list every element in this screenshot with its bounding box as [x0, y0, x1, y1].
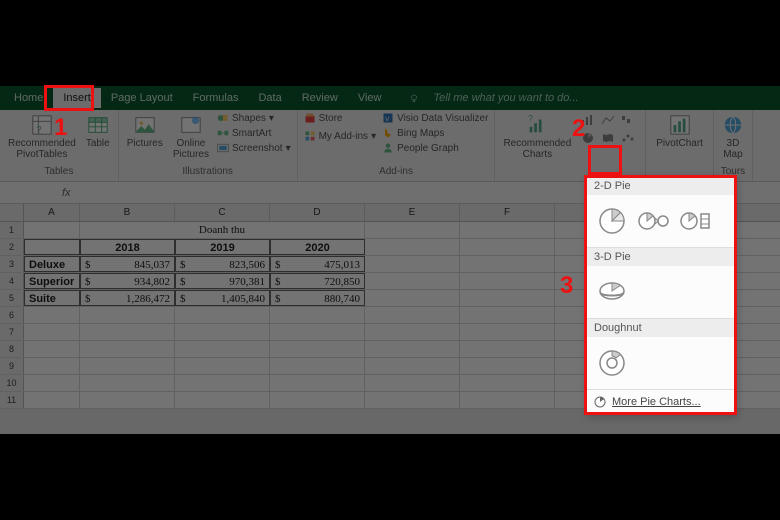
pictures-icon: [134, 114, 156, 136]
people-graph-button[interactable]: People Graph: [382, 142, 488, 154]
callout-number-1: 1: [54, 114, 67, 142]
ribbon-group-illustrations: Pictures Online Pictures Shapes▾ SmartAr…: [119, 110, 298, 181]
visio-visualizer-button[interactable]: V Visio Data Visualizer: [382, 112, 488, 124]
tell-me-search[interactable]: Tell me what you want to do...: [399, 84, 598, 112]
col-header[interactable]: B: [80, 204, 175, 221]
rec-charts-icon: ?: [526, 114, 548, 136]
bing-maps-button[interactable]: Bing Maps: [382, 127, 488, 139]
addins-icon: [304, 130, 316, 142]
my-addins-button[interactable]: My Add-ins▾: [304, 130, 377, 142]
smartart-icon: [217, 127, 229, 139]
row-header[interactable]: 1: [0, 222, 24, 238]
globe-icon: [722, 114, 744, 136]
cell[interactable]: 2019: [175, 239, 270, 255]
group-label-tables: Tables: [6, 166, 112, 179]
ribbon-group-tours: 3D Map Tours: [714, 110, 753, 181]
online-pictures-button[interactable]: Online Pictures: [171, 112, 211, 162]
shapes-button[interactable]: Shapes▾: [217, 112, 291, 124]
col-header[interactable]: E: [365, 204, 460, 221]
chart-type-scatter[interactable]: [619, 130, 637, 146]
store-icon: [304, 112, 316, 124]
cell[interactable]: Suite: [24, 290, 80, 306]
group-label-addins: Add-ins: [304, 166, 489, 179]
people-icon: [382, 142, 394, 154]
3d-map-button[interactable]: 3D Map: [720, 112, 746, 162]
row-header[interactable]: 4: [0, 273, 24, 289]
cell[interactable]: Superior: [24, 273, 80, 289]
cell[interactable]: $1,405,840: [175, 290, 270, 306]
callout-number-2: 2: [572, 115, 585, 143]
ribbon-group-addins: Store My Add-ins▾ V Visio Data Visualize…: [298, 110, 496, 181]
shapes-icon: [217, 112, 229, 124]
screenshot-icon: [217, 142, 229, 154]
cell[interactable]: $1,286,472: [80, 290, 175, 306]
tab-data[interactable]: Data: [248, 88, 291, 108]
col-header[interactable]: D: [270, 204, 365, 221]
callout-box-3: [584, 175, 737, 415]
table-button[interactable]: Table: [84, 112, 112, 151]
online-pictures-icon: [180, 114, 202, 136]
recommended-charts-button[interactable]: ? Recommended Charts: [501, 112, 573, 162]
ribbon-group-charts: ? Recommended Charts: [495, 110, 646, 181]
smartart-button[interactable]: SmartArt: [217, 127, 291, 139]
pivotchart-icon: [669, 114, 691, 136]
cell-title[interactable]: Doanh thu: [80, 222, 365, 238]
chart-type-map[interactable]: [599, 130, 617, 146]
fx-icon[interactable]: fx: [54, 187, 79, 199]
cell[interactable]: $970,381: [175, 273, 270, 289]
cell[interactable]: $823,506: [175, 256, 270, 272]
pictures-button[interactable]: Pictures: [125, 112, 165, 151]
cell[interactable]: $934,802: [80, 273, 175, 289]
store-button[interactable]: Store: [304, 112, 377, 124]
tab-formulas[interactable]: Formulas: [183, 88, 249, 108]
cell[interactable]: 2020: [270, 239, 365, 255]
pivotchart-button[interactable]: PivotChart: [654, 112, 705, 151]
screenshot-button[interactable]: Screenshot▾: [217, 142, 291, 154]
bulb-icon: [409, 93, 419, 103]
cell[interactable]: 2018: [80, 239, 175, 255]
callout-number-3: 3: [560, 272, 573, 300]
col-header[interactable]: A: [24, 204, 80, 221]
chart-type-waterfall[interactable]: [619, 112, 637, 128]
cell[interactable]: Deluxe: [24, 256, 80, 272]
row-header[interactable]: 5: [0, 290, 24, 306]
col-header[interactable]: C: [175, 204, 270, 221]
cell[interactable]: $720,850: [270, 273, 365, 289]
table-icon: [87, 114, 109, 136]
ribbon-tabs: Home Insert Page Layout Formulas Data Re…: [0, 86, 780, 110]
pivot-icon: ?: [31, 114, 53, 136]
tab-view[interactable]: View: [348, 88, 392, 108]
row-header[interactable]: 2: [0, 239, 24, 255]
tab-review[interactable]: Review: [292, 88, 348, 108]
cell[interactable]: $845,037: [80, 256, 175, 272]
callout-box-2: [588, 145, 622, 175]
svg-text:?: ?: [36, 124, 41, 134]
col-header[interactable]: F: [460, 204, 555, 221]
visio-icon: V: [382, 112, 394, 124]
row-header[interactable]: 3: [0, 256, 24, 272]
svg-text:V: V: [385, 116, 390, 123]
ribbon-group-pivotchart: PivotChart: [646, 110, 714, 181]
tab-page-layout[interactable]: Page Layout: [101, 88, 183, 108]
chart-type-line[interactable]: [599, 112, 617, 128]
svg-text:?: ?: [528, 114, 533, 123]
group-label-illustrations: Illustrations: [125, 166, 291, 179]
callout-box-1: [44, 85, 94, 111]
cell[interactable]: $880,740: [270, 290, 365, 306]
bing-icon: [382, 127, 394, 139]
ribbon: ? Recommended PivotTables Table Tables P…: [0, 110, 780, 182]
cell[interactable]: $475,013: [270, 256, 365, 272]
